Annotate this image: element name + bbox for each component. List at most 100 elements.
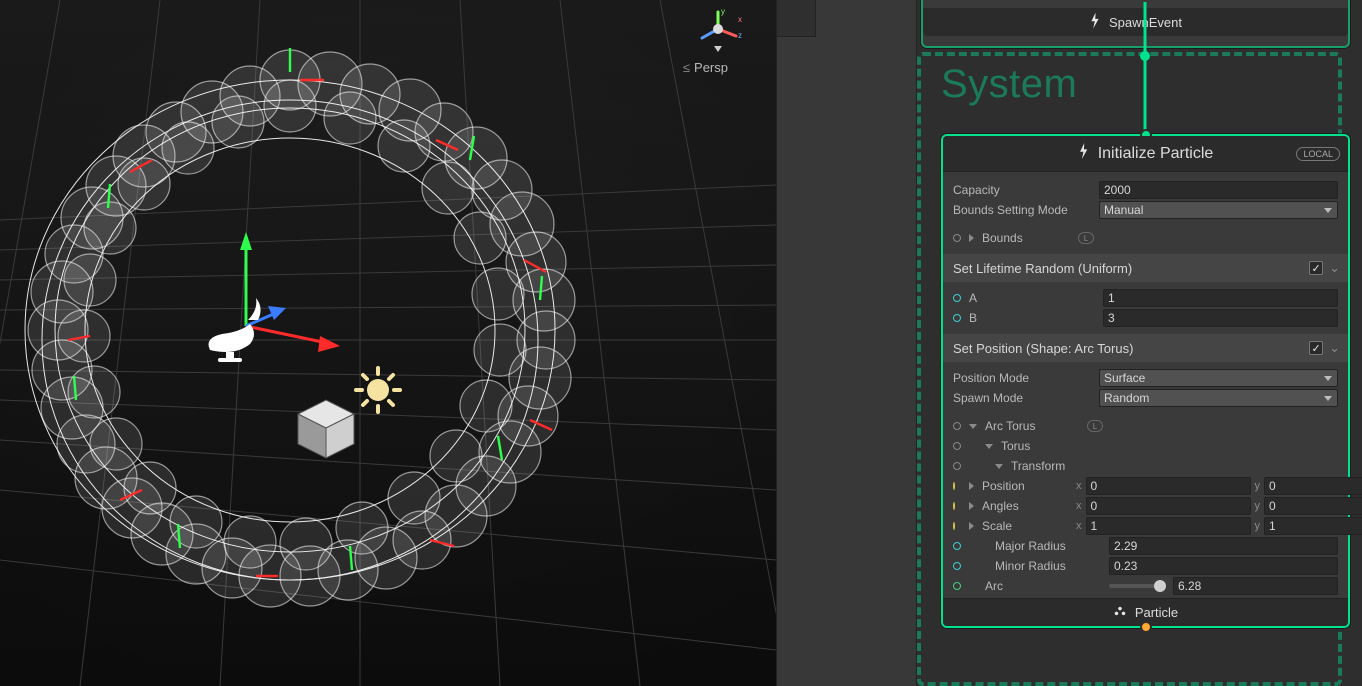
arc-slider[interactable] [1109,584,1161,588]
port-pin[interactable] [953,294,961,302]
local-space-badge[interactable]: LOCAL [1296,147,1340,161]
port-pin[interactable] [953,562,961,570]
minor-radius-row: Minor Radius [953,556,1338,576]
major-radius-input[interactable] [1109,537,1338,555]
position-block-header[interactable]: Set Position (Shape: Arc Torus) ✓ ⌄ [943,334,1348,362]
spawn-node-footer: SpawnEvent [923,8,1348,36]
minor-radius-label: Minor Radius [995,559,1103,573]
expand-icon[interactable] [969,424,977,429]
pos-y-input[interactable] [1264,477,1362,495]
lifetime-block-header[interactable]: Set Lifetime Random (Uniform) ✓ ⌄ [943,254,1348,282]
port-pin[interactable] [953,482,955,490]
loop-badge: L [1078,232,1094,244]
initialize-particle-node[interactable]: Initialize Particle LOCAL Capacity Bound… [941,134,1350,628]
arc-value-input[interactable] [1173,577,1338,595]
init-node-title: Initialize Particle [1098,145,1214,163]
angles-label: Angles [982,499,1070,513]
arc-torus-label: Arc Torus [985,419,1081,433]
panel-divider[interactable] [776,0,917,686]
system-title: System [935,62,1083,107]
expand-icon[interactable] [969,234,974,242]
port-pin[interactable] [953,542,961,550]
port-pin[interactable] [953,422,961,430]
particle-icon [1113,605,1127,620]
capacity-input[interactable] [1099,181,1338,199]
pos-x-input[interactable] [1086,477,1251,495]
position-mode-select[interactable]: Surface [1099,369,1338,387]
svg-text:x: x [738,15,742,24]
bounds-label: Bounds [982,231,1072,245]
port-pin[interactable] [953,582,961,590]
position-mode-label: Position Mode [953,371,1093,385]
lifetime-block-title: Set Lifetime Random (Uniform) [953,261,1132,276]
loop-badge: L [1087,420,1103,432]
svg-text:z: z [738,31,742,40]
expand-icon[interactable] [995,464,1003,469]
bounds-row: Bounds L [953,228,1338,248]
spawn-node[interactable]: SpawnEvent [921,0,1350,48]
port-pin[interactable] [953,234,961,242]
scene-view[interactable]: x y z Persp [0,0,776,686]
spawn-mode-row: Spawn Mode Random [953,388,1338,408]
scale-label: Scale [982,519,1070,533]
bolt-icon [1078,143,1090,164]
node-output-port[interactable] [1140,621,1152,633]
expand-icon[interactable] [985,444,993,449]
particle-footer-label: Particle [1135,605,1178,620]
a-label: A [969,291,1097,305]
lifetime-a-input[interactable] [1103,289,1338,307]
port-pin[interactable] [953,462,961,470]
major-radius-label: Major Radius [995,539,1103,553]
init-node-header[interactable]: Initialize Particle LOCAL [943,136,1348,172]
arc-torus-row: Arc Torus L [953,416,1338,436]
scale-y-input[interactable] [1264,517,1362,535]
expand-icon[interactable] [969,502,974,510]
b-label: B [969,311,1097,325]
scale-vector-row: Scale x y z [953,516,1338,536]
scale-x-input[interactable] [1086,517,1251,535]
chevron-down-icon[interactable]: ⌄ [1329,260,1340,276]
expand-icon[interactable] [969,482,974,490]
position-enabled-checkbox[interactable]: ✓ [1309,341,1323,355]
lifetime-b-input[interactable] [1103,309,1338,327]
spawn-mode-select[interactable]: Random [1099,389,1338,407]
arc-row: Arc [953,576,1338,596]
lifetime-enabled-checkbox[interactable]: ✓ [1309,261,1323,275]
position-mode-row: Position Mode Surface [953,368,1338,388]
minor-radius-input[interactable] [1109,557,1338,575]
port-pin[interactable] [953,522,955,530]
major-radius-row: Major Radius [953,536,1338,556]
angles-vector-row: Angles x y z [953,496,1338,516]
ang-x-input[interactable] [1086,497,1251,515]
orientation-gizmo[interactable]: x y z [688,6,748,52]
bounds-mode-select[interactable]: Manual [1099,201,1338,219]
torus-row: Torus [953,436,1338,456]
bounds-setting-row: Bounds Setting Mode Manual [953,200,1338,220]
slider-thumb[interactable] [1154,580,1166,592]
capacity-label: Capacity [953,183,1093,197]
position-vector-row: Position x y z [953,476,1338,496]
capacity-row: Capacity [953,180,1338,200]
vfx-graph-panel[interactable]: System SpawnEvent Initialize Particle LO… [917,0,1362,686]
camera-mode-label[interactable]: Persp [683,60,728,75]
scene-content [0,0,776,686]
ang-y-input[interactable] [1264,497,1362,515]
svg-text:y: y [721,7,725,16]
torus-label: Torus [1001,439,1141,453]
bounds-mode-label: Bounds Setting Mode [953,203,1093,217]
port-pin[interactable] [953,442,961,450]
expand-icon[interactable] [969,522,974,530]
arc-label: Arc [985,579,1103,593]
port-pin[interactable] [953,502,955,510]
transform-row: Transform [953,456,1338,476]
port-pin[interactable] [953,314,961,322]
position-label: Position [982,479,1070,493]
lifetime-a-row: A [953,288,1338,308]
position-block-title: Set Position (Shape: Arc Torus) [953,341,1133,356]
lifetime-b-row: B [953,308,1338,328]
bolt-icon [1089,13,1101,32]
chevron-down-icon[interactable]: ⌄ [1329,340,1340,356]
spawn-mode-label: Spawn Mode [953,391,1093,405]
spawn-event-label: SpawnEvent [1109,15,1182,30]
transform-label: Transform [1011,459,1151,473]
